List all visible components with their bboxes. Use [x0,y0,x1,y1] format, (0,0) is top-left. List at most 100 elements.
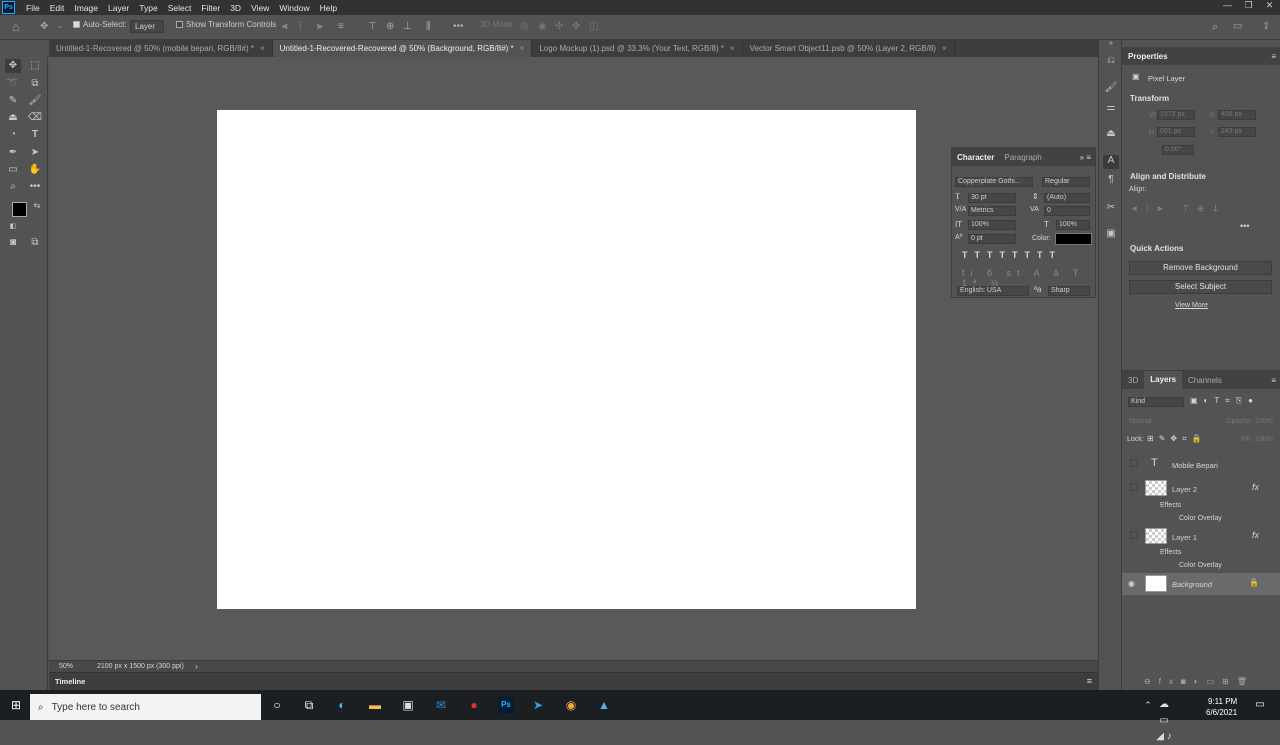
eyedropper-tool-icon[interactable]: ✎ [5,94,21,108]
layer-row-layer-1[interactable]: Layer 1 fx [1122,526,1280,548]
fx-icon[interactable]: fx [1252,530,1259,540]
tab-character[interactable]: Character [952,153,999,162]
panel-menu-icon[interactable]: » ≡ [1080,153,1095,162]
quick-actions-section[interactable]: Quick Actions [1130,244,1184,253]
visibility-toggle[interactable] [1130,459,1138,467]
show-transform-checkbox[interactable]: Show Transform Controls [176,20,276,29]
collapse-icon[interactable]: » [1103,40,1119,54]
windows-start-icon[interactable]: ⊞ [8,697,24,713]
layer-row-mobile-bepari[interactable]: T Mobile Bepari [1122,454,1280,476]
foreground-color-swatch[interactable] [12,202,27,217]
brush-settings-icon[interactable]: 🖌 [1103,82,1119,96]
chrome-icon[interactable]: ◉ [563,697,579,713]
filter-icons[interactable]: ▣◐T⌗⎘● [1190,396,1259,406]
panel-menu-icon[interactable]: ≡ [1271,52,1280,61]
tools-icon[interactable]: ✂ [1103,202,1119,216]
edge-icon[interactable]: ◐ [334,697,350,713]
stamp-tool-icon[interactable]: ⏏ [5,111,21,125]
remove-background-button[interactable]: Remove Background [1129,261,1272,275]
opentype-buttons[interactable]: fi ő st A ā T 1ª ½ [962,268,1090,288]
tracking-field[interactable]: 0 [1044,206,1090,216]
properties-title[interactable]: Properties [1122,52,1168,61]
clock-time[interactable]: 9:11 PM [1208,697,1237,706]
text-color-swatch[interactable] [1055,233,1092,245]
marquee-tool-icon[interactable]: ⬚ [27,59,43,73]
baseline-shift-field[interactable]: 0 pt [968,234,1016,244]
minimize-icon[interactable]: — [1217,0,1238,11]
menu-view[interactable]: View [246,3,274,13]
view-more-link[interactable]: View More [1175,302,1208,309]
photos-icon[interactable]: ▲ [596,697,612,713]
vertical-scale-field[interactable]: 100% [968,220,1016,230]
text-style-buttons[interactable]: TTTTTTTT [962,250,1090,260]
zoom-level[interactable]: 50% [59,663,73,670]
close-icon[interactable]: × [260,44,265,53]
auto-select-checkbox[interactable]: Auto-Select: [73,20,127,29]
quick-mask-icon[interactable]: ◙ [5,236,21,250]
more-options-icon[interactable]: ••• [1240,221,1249,231]
type-tool-icon[interactable]: T [27,128,43,142]
clone-source-icon[interactable]: ⏏ [1103,128,1119,142]
restore-icon[interactable]: ❐ [1238,0,1259,11]
tray-icons[interactable]: ☁ ▭ ◢ ♪ [1156,697,1172,742]
swap-colors-icon[interactable]: ⇆ [29,199,45,213]
home-icon[interactable]: ⌂ [12,21,19,33]
align-right-icon[interactable]: ⫸ [317,22,323,32]
lock-icons[interactable]: ⊞✎✥⌗🔒 [1147,434,1207,444]
tab-document-4[interactable]: Vector Smart Object11.psb @ 50% (Layer 2… [743,40,955,57]
menu-window[interactable]: Window [274,3,314,13]
lasso-tool-icon[interactable]: ➰ [5,77,21,91]
gradient-tool-icon[interactable]: ◔ [5,128,21,142]
layer-row-layer-2[interactable]: Layer 2 fx [1122,478,1280,500]
fx-icon[interactable]: fx [1252,482,1259,492]
menu-layer[interactable]: Layer [103,3,134,13]
cortana-icon[interactable]: ○ [269,697,285,713]
tab-paragraph[interactable]: Paragraph [999,153,1046,162]
font-size-field[interactable]: 30 pt [968,193,1016,203]
align-bottom-icon[interactable]: ⊥ [403,22,412,32]
transform-section[interactable]: Transform [1130,94,1169,103]
auto-select-target[interactable]: Layer [130,20,164,33]
menu-filter[interactable]: Filter [196,3,225,13]
visibility-toggle[interactable] [1130,531,1138,539]
pen-tool-icon[interactable]: ✒ [5,146,21,160]
filter-kind-select[interactable]: Kind [1128,397,1184,407]
paragraph-icon[interactable]: ¶ [1103,174,1119,188]
rectangle-tool-icon[interactable]: ▭ [5,163,21,177]
align-top-icon[interactable]: ⊤ [368,22,377,32]
share-icon[interactable]: ⇪ [1262,22,1270,32]
telegram-icon[interactable]: ➤ [530,697,546,713]
menu-select[interactable]: Select [163,3,197,13]
timeline-title[interactable]: Timeline [55,677,85,686]
menu-image[interactable]: Image [69,3,103,13]
adjustments-icon[interactable]: ⚌ [1103,102,1119,116]
align-middle-icon[interactable]: ⊕ [386,22,394,32]
kerning-field[interactable]: Metrics [968,206,1016,216]
visibility-toggle[interactable] [1130,483,1138,491]
align-buttons[interactable]: ⫷⫶⫸ ⊤⊕⊥ [1132,203,1227,214]
move-tool-icon[interactable]: ✥ [5,59,21,73]
character-icon[interactable]: A [1103,155,1119,169]
search-icon[interactable]: ⌕ [1212,22,1218,33]
layer-actions[interactable]: ⊖fx◙◐▭⊞🗑 [1144,677,1255,686]
more-options-icon[interactable]: ••• [453,22,464,32]
menu-file[interactable]: File [21,3,45,13]
antialias-select[interactable]: Sharp [1048,286,1090,296]
tab-document-3[interactable]: Logo Mockup (1).psd @ 33.3% (Your Text, … [532,40,743,57]
language-select[interactable]: English: USA [957,286,1029,296]
tab-channels[interactable]: Channels [1182,376,1228,385]
layer-row-background[interactable]: ◉ Background 🔒 [1122,573,1280,595]
eraser-tool-icon[interactable]: ⌫ [27,111,43,125]
store-icon[interactable]: ▣ [400,697,416,713]
tab-document-2[interactable]: Untitled-1-Recovered-Recovered @ 50% (Ba… [272,40,533,57]
more-tools-icon[interactable]: ••• [27,180,43,194]
hand-tool-icon[interactable]: ✋ [27,163,43,177]
leading-field[interactable]: (Auto) [1044,193,1090,203]
distribute-icon[interactable]: ≡ [338,22,344,32]
panel-menu-icon[interactable]: ≡ [1271,376,1280,385]
align-center-icon[interactable]: ⫶ [299,22,302,32]
notification-icon[interactable]: ▭ [1252,697,1268,713]
menu-type[interactable]: Type [134,3,162,13]
align-left-icon[interactable]: ⫷ [282,22,288,32]
app-icon[interactable]: ● [466,697,482,713]
